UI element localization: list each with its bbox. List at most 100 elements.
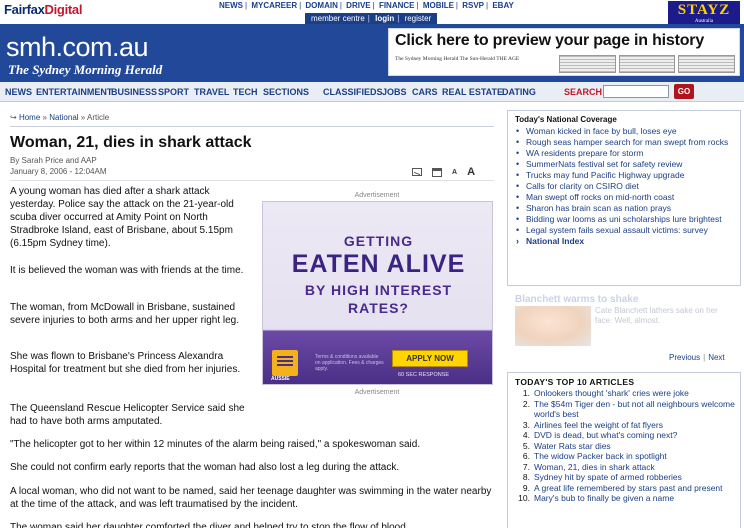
article-paragraph: She was flown to Brisbane's Princess Ale… xyxy=(10,351,241,375)
nav-entertainment[interactable]: ENTERTAINMENT xyxy=(36,87,112,97)
fairfax-digital-logo[interactable]: FairfaxDigital xyxy=(4,2,82,17)
national-index-link[interactable]: National Index xyxy=(515,236,737,247)
list-item-link[interactable]: Sydney hit by spate of armed robberies xyxy=(534,472,682,482)
nav-classifieds[interactable]: CLASSIFIEDS xyxy=(323,87,383,97)
article-paragraph: She could not confirm early reports that… xyxy=(10,462,400,473)
network-link-mycareer[interactable]: MYCAREER xyxy=(251,1,297,10)
breadcrumb-article: Article xyxy=(87,113,110,122)
print-icon[interactable] xyxy=(432,167,442,177)
nav-travel[interactable]: TRAVEL xyxy=(194,87,229,97)
masthead: smh.com.au The Sydney Morning Herald Cli… xyxy=(0,24,744,82)
main-nav: NEWS ENTERTAINMENT BUSINESS SPORT TRAVEL… xyxy=(0,82,744,102)
national-coverage-list: Woman kicked in face by bull, loses eye … xyxy=(515,126,737,247)
list-item[interactable]: Legal system fails sexual assault victim… xyxy=(515,225,737,236)
list-item-link[interactable]: Woman, 21, dies in shark attack xyxy=(534,462,655,472)
list-item-number: 6. xyxy=(522,451,530,461)
article-paragraph: A young woman has died after a shark att… xyxy=(10,186,234,249)
list-item[interactable]: 5. Water Rats star dies xyxy=(516,441,736,452)
nav-sections[interactable]: SECTIONS xyxy=(263,87,309,97)
list-item[interactable]: 2. The $54m Tiger den - but not all neigh… xyxy=(516,399,736,420)
list-item[interactable]: 10. Mary's bub to finally be given a name xyxy=(516,493,736,504)
nav-cars[interactable]: CARS xyxy=(412,87,438,97)
list-item[interactable]: Sharon has brain scan as nation prays xyxy=(515,203,737,214)
previous-link[interactable]: Previous xyxy=(669,353,700,362)
stayz-ad-title: STAYZ xyxy=(677,2,731,18)
nav-sport[interactable]: SPORT xyxy=(158,87,189,97)
list-item[interactable]: 6. The widow Packer back in spotlight xyxy=(516,451,736,462)
list-item[interactable]: 8. Sydney hit by spate of armed robberies xyxy=(516,472,736,483)
history-ad-page-thumbnails xyxy=(559,55,736,73)
list-item-number: 5. xyxy=(522,440,530,451)
aussie-advertisement[interactable]: GETTING EATEN ALIVE BY HIGH INTEREST RAT… xyxy=(262,201,493,385)
nav-news[interactable]: NEWS xyxy=(5,87,32,97)
feature-teaser-text: Cate Blanchett lathers sake on her face.… xyxy=(595,306,718,325)
feature-teaser-title[interactable]: Blanchett warms to shake xyxy=(515,294,638,305)
ad-line-4: RATES? xyxy=(348,300,409,316)
stayz-ad[interactable]: STAYZ Australia xyxy=(668,1,740,25)
breadcrumb-home[interactable]: Home xyxy=(19,113,40,122)
national-coverage-title: Today's National Coverage xyxy=(515,115,617,124)
history-ad-banner[interactable]: Click here to preview your page in histo… xyxy=(388,28,740,76)
top-strip: FairfaxDigital NEWS | MYCAREER | DOMAIN | D… xyxy=(0,0,744,25)
list-item[interactable]: 3. Airlines feel the weight of fat flyers xyxy=(516,420,736,431)
network-link-finance[interactable]: FINANCE xyxy=(379,1,415,10)
network-link-rsvp[interactable]: RSVP xyxy=(462,1,484,10)
feature-teaser: Blanchett warms to shake Cate Blanchett … xyxy=(507,290,741,368)
breadcrumb-arrow-icon: ↪ xyxy=(10,113,17,122)
network-link-drive[interactable]: DRIVE xyxy=(346,1,370,10)
list-item[interactable]: SummerNats festival set for safety revie… xyxy=(515,159,737,170)
nav-tech[interactable]: TECH xyxy=(233,87,258,97)
list-item[interactable]: 4. DVD is dead, but what's coming next? xyxy=(516,430,736,441)
nav-real-estate[interactable]: REAL ESTATE xyxy=(442,87,503,97)
smh-logo[interactable]: smh.com.au xyxy=(6,32,149,63)
text-larger-button[interactable]: A xyxy=(467,166,475,178)
apply-now-button[interactable]: APPLY NOW xyxy=(392,350,468,367)
breadcrumb-national[interactable]: National xyxy=(49,113,78,122)
list-item-link[interactable]: Mary's bub to finally be given a name xyxy=(534,493,674,503)
nav-business[interactable]: BUSINESS xyxy=(111,87,157,97)
text-smaller-button[interactable]: A xyxy=(452,169,457,176)
network-link-domain[interactable]: DOMAIN xyxy=(305,1,337,10)
network-link-news[interactable]: NEWS xyxy=(219,1,243,10)
register-link[interactable]: register xyxy=(405,14,432,23)
list-item-number: 7. xyxy=(522,461,530,472)
divider xyxy=(10,126,494,127)
search-input[interactable] xyxy=(603,85,669,98)
history-ad-papers: The Sydney Morning Herald The Sun-Herald… xyxy=(395,56,520,62)
list-item-link[interactable]: The $54m Tiger den - but not all neighbo… xyxy=(534,399,735,420)
list-item-link[interactable]: A great life remembered by stars past an… xyxy=(534,483,723,493)
advertisement-label: Advertisement xyxy=(354,192,400,199)
article-headline: Woman, 21, dies in shark attack xyxy=(10,134,252,151)
list-item-link[interactable]: The widow Packer back in spotlight xyxy=(534,451,667,461)
page-thumbnail xyxy=(618,55,676,73)
list-item[interactable]: Rough seas hamper search for man swept f… xyxy=(515,137,737,148)
top10-title: TODAY'S TOP 10 ARTICLES xyxy=(515,377,635,387)
next-link[interactable]: Next xyxy=(708,353,724,362)
login-link[interactable]: login xyxy=(375,14,394,23)
list-item[interactable]: Woman kicked in face by bull, loses eye xyxy=(515,126,737,137)
nav-jobs[interactable]: JOBS xyxy=(382,87,407,97)
list-item[interactable]: WA residents prepare for storm xyxy=(515,148,737,159)
nav-dating[interactable]: DATING xyxy=(502,87,536,97)
list-item-link[interactable]: Water Rats star dies xyxy=(534,441,611,451)
list-item[interactable]: 1. Onlookers thought 'shark' cries were j… xyxy=(516,388,736,399)
article-paragraph: It is believed the woman was with friend… xyxy=(10,265,244,276)
list-item[interactable]: Bidding war looms as uni scholarships lu… xyxy=(515,214,737,225)
network-link-ebay[interactable]: EBAY xyxy=(492,1,514,10)
list-item-link[interactable]: Airlines feel the weight of fat flyers xyxy=(534,420,663,430)
list-item-link[interactable]: Onlookers thought 'shark' cries were jok… xyxy=(534,388,689,398)
email-icon[interactable] xyxy=(412,168,422,176)
list-item[interactable]: Trucks may fund Pacific Highway upgrade xyxy=(515,170,737,181)
feature-teaser-photo[interactable] xyxy=(515,306,591,346)
list-item[interactable]: 9. A great life remembered by stars past … xyxy=(516,483,736,494)
list-item-number: 3. xyxy=(522,419,530,430)
list-item[interactable]: Man swept off rocks on mid-north coast xyxy=(515,192,737,203)
list-item[interactable]: 7. Woman, 21, dies in shark attack xyxy=(516,462,736,473)
list-item-link[interactable]: DVD is dead, but what's coming next? xyxy=(534,430,677,440)
search-go-button[interactable]: GO xyxy=(674,84,694,99)
article-byline: By Sarah Price and AAP January 8, 2006 -… xyxy=(10,155,107,177)
network-link-mobile[interactable]: MOBILE xyxy=(423,1,454,10)
list-item[interactable]: Calls for clarity on CSIRO diet xyxy=(515,181,737,192)
ad-response-text: 60 SEC RESPONSE xyxy=(398,372,450,378)
member-centre-link[interactable]: member centre xyxy=(311,14,365,23)
